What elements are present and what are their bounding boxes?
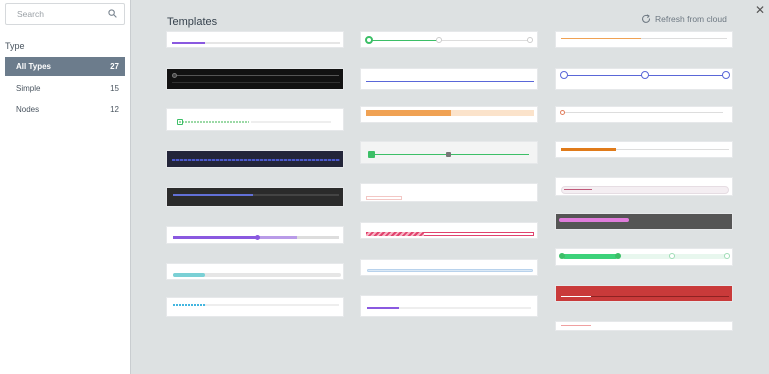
sidebar: Search Type All Types 27 Simple 15 Nodes… — [0, 0, 131, 374]
template-card[interactable] — [360, 141, 538, 164]
template-card[interactable] — [555, 248, 733, 266]
template-card[interactable] — [360, 68, 538, 90]
refresh-icon — [642, 14, 650, 23]
template-card[interactable] — [555, 321, 733, 331]
sidebar-item-label: Nodes — [16, 105, 40, 114]
search-icon[interactable] — [108, 9, 117, 18]
sidebar-item-count: 15 — [110, 84, 119, 93]
template-card[interactable] — [360, 106, 538, 123]
template-card[interactable] — [166, 150, 344, 168]
type-heading: Type — [5, 41, 25, 51]
template-card[interactable] — [360, 222, 538, 239]
search-input[interactable]: Search — [5, 3, 125, 25]
close-icon[interactable]: ✕ — [755, 3, 765, 17]
template-card[interactable] — [555, 106, 733, 123]
sidebar-item-label: Simple — [16, 84, 41, 93]
template-card[interactable] — [555, 177, 733, 196]
template-card[interactable] — [555, 285, 733, 302]
template-card[interactable] — [166, 226, 344, 244]
template-card[interactable] — [360, 295, 538, 317]
sidebar-item-count: 12 — [110, 105, 119, 114]
template-card[interactable] — [166, 297, 344, 317]
template-card[interactable] — [555, 68, 733, 90]
refresh-label: Refresh from cloud — [655, 14, 727, 24]
sidebar-item-simple[interactable]: Simple 15 — [5, 79, 125, 98]
page-title: Templates — [167, 16, 218, 28]
template-card[interactable] — [555, 213, 733, 230]
search-placeholder: Search — [17, 9, 44, 19]
template-card[interactable] — [166, 108, 344, 131]
template-card[interactable] — [360, 259, 538, 276]
template-card[interactable] — [360, 31, 538, 48]
template-card[interactable] — [555, 141, 733, 158]
sidebar-item-count: 27 — [110, 62, 119, 71]
template-card[interactable] — [166, 31, 344, 48]
sidebar-item-label: All Types — [16, 62, 51, 71]
sidebar-item-nodes[interactable]: Nodes 12 — [5, 100, 125, 119]
sidebar-item-all-types[interactable]: All Types 27 — [5, 57, 125, 76]
template-card[interactable] — [166, 68, 344, 90]
template-card[interactable] — [166, 263, 344, 280]
template-card[interactable] — [555, 31, 733, 48]
template-card[interactable] — [360, 183, 538, 202]
templates-panel: Templates Refresh from cloud ✕ — [131, 0, 769, 374]
template-card[interactable] — [166, 187, 344, 207]
